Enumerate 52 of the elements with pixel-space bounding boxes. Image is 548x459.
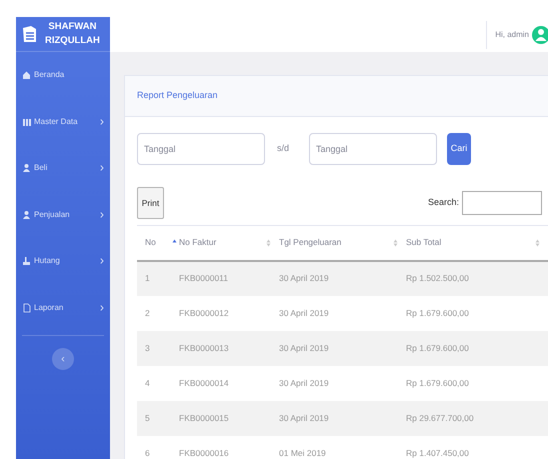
sidebar-item[interactable]: Laporan <box>16 284 110 331</box>
table-cell: 30 April 2019 <box>279 273 329 284</box>
table-cell: 30 April 2019 <box>279 378 329 388</box>
table-cell: FKB0000013 <box>179 342 229 353</box>
logo-icon <box>22 25 37 43</box>
table-cell: 5 <box>145 412 150 423</box>
table-cell: 01 Mei 2019 <box>279 448 326 458</box>
user-icon <box>22 163 31 174</box>
sidebar-item[interactable]: Hutang <box>16 238 110 284</box>
table-cell: 30 April 2019 <box>279 308 329 318</box>
columns-icon <box>22 116 31 127</box>
home-icon <box>22 70 31 80</box>
table-cell: Rp 1.679.600,00 <box>406 342 469 353</box>
card-title: Report Pengeluaran <box>137 89 218 102</box>
table-cell: Rp 1.679.600,00 <box>406 378 469 388</box>
column-header[interactable]: Tgl Pengeluaran <box>279 236 342 250</box>
table-cell: FKB0000011 <box>179 273 228 284</box>
search-button[interactable]: Cari <box>447 133 472 165</box>
sidebar-toggle-button[interactable]: ‹ <box>52 348 74 370</box>
user-icon <box>22 210 31 220</box>
sidebar-item[interactable]: Beranda <box>16 52 110 98</box>
print-button[interactable]: Print <box>137 187 164 219</box>
table-cell: 2 <box>145 308 150 318</box>
date-from-field[interactable]: Tanggal <box>137 133 265 165</box>
table-cell: 3 <box>145 342 150 353</box>
file-icon <box>22 302 31 313</box>
table-cell: 4 <box>145 378 150 388</box>
table-cell: FKB0000012 <box>179 308 229 318</box>
avatar-icon[interactable] <box>532 26 548 44</box>
column-header[interactable]: No <box>145 236 156 250</box>
sidebar-item[interactable]: Master Data <box>16 98 110 145</box>
column-header[interactable]: No Faktur <box>179 236 216 250</box>
range-separator: s/d <box>277 142 290 156</box>
table-cell: FKB0000014 <box>179 378 229 388</box>
sidebar-item[interactable]: Beli <box>16 145 110 192</box>
user-greeting[interactable]: Hi, admin <box>486 20 529 48</box>
table-cell: Rp 1.407.450,00 <box>406 448 469 458</box>
column-header[interactable]: Sub Total <box>406 236 442 250</box>
table-cell: Rp 29.677.700,00 <box>406 412 474 423</box>
table-cell: 30 April 2019 <box>279 342 329 353</box>
table-cell: Rp 1.679.600,00 <box>406 308 469 318</box>
date-to-field[interactable]: Tanggal <box>309 133 438 165</box>
table-cell: FKB0000015 <box>179 412 229 423</box>
table-cell: 1 <box>145 273 150 284</box>
brand-name: SHAFWAN RIZQULLAH <box>45 20 100 48</box>
sidebar-item[interactable]: Penjualan <box>16 192 110 238</box>
table-cell: 30 April 2019 <box>279 412 329 423</box>
search-label: Search: <box>428 196 459 210</box>
table-cell: Rp 1.502.500,00 <box>406 273 469 284</box>
table-cell: 6 <box>145 448 150 458</box>
search-field[interactable] <box>462 191 542 215</box>
table-cell: FKB0000016 <box>179 448 229 458</box>
